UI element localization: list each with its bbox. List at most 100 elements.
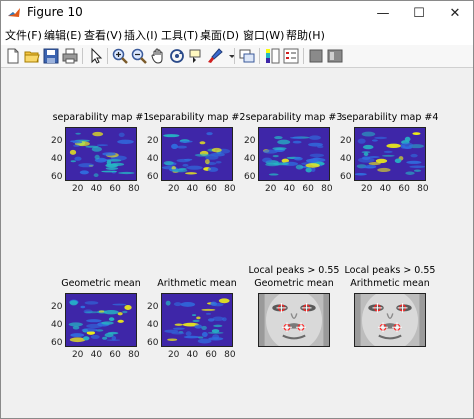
- window-title: Figure 10: [27, 5, 83, 19]
- data-cursor-icon[interactable]: [187, 47, 205, 65]
- x-tick-label: 40: [379, 184, 392, 194]
- y-tick-label: 20: [244, 136, 256, 147]
- menu-insert[interactable]: 插入(I): [124, 27, 158, 43]
- heatmap-blob: [101, 170, 118, 173]
- heatmap-blob: [92, 131, 104, 137]
- close-button[interactable]: ✕: [437, 1, 473, 25]
- heatmap-blob: [377, 167, 391, 173]
- maximize-button[interactable]: ☐: [401, 1, 437, 25]
- heatmap-blob: [293, 156, 303, 161]
- x-tick-label: 40: [283, 184, 296, 194]
- heatmap-blob: [362, 166, 375, 169]
- heatmap-blob: [400, 142, 414, 148]
- pan-icon[interactable]: [149, 47, 167, 65]
- heatmap-blob: [106, 339, 121, 342]
- panel-subtitle: Arithmetic mean: [350, 278, 430, 289]
- heatmap-blob: [94, 154, 100, 160]
- menu-help[interactable]: 帮助(H): [286, 27, 325, 43]
- heatmap-blob: [118, 132, 125, 137]
- menu-file[interactable]: 文件(F): [5, 27, 42, 43]
- heatmap-axes[interactable]: [258, 127, 330, 181]
- heatmap-blob: [165, 300, 171, 306]
- heatmap-blob: [117, 319, 124, 323]
- menu-view[interactable]: 查看(V): [84, 27, 122, 43]
- heatmap-blob: [86, 323, 103, 329]
- rotate-3d-icon[interactable]: [168, 47, 186, 65]
- insert-colorbar-icon[interactable]: [263, 47, 281, 65]
- y-tick-label: 60: [147, 337, 159, 348]
- x-tick-label: 60: [302, 184, 314, 194]
- x-tick-label: 20: [264, 184, 277, 194]
- pointer-icon[interactable]: [87, 47, 105, 65]
- heatmap-blob: [394, 158, 402, 164]
- hide-plot-tools-icon[interactable]: [307, 47, 325, 65]
- heatmap-blob: [361, 131, 376, 137]
- insert-legend-icon[interactable]: [282, 47, 300, 65]
- figure-canvas: separability map #1 20 40 60 20 40 60 80 separab…: [1, 68, 473, 418]
- menu-tools[interactable]: 工具(T): [161, 27, 198, 43]
- heatmap-blob: [210, 152, 225, 157]
- toolbar: [1, 45, 473, 68]
- face-axes[interactable]: [354, 293, 426, 347]
- heatmap-plot: [259, 128, 329, 180]
- heatmap-blob: [386, 143, 401, 149]
- x-tick-label: 80: [224, 184, 236, 194]
- toolbar-separator: [82, 48, 83, 64]
- heatmap-blob: [212, 316, 225, 321]
- new-figure-icon[interactable]: [4, 47, 22, 65]
- x-tick-label: 80: [224, 350, 236, 360]
- heatmap-blob: [103, 309, 119, 315]
- link-plot-icon[interactable]: [238, 47, 256, 65]
- brush-dropdown-icon[interactable]: [223, 47, 235, 65]
- minimize-button[interactable]: —: [365, 1, 401, 25]
- heatmap-axes[interactable]: [65, 293, 137, 347]
- print-icon[interactable]: [61, 47, 79, 65]
- matlab-logo-icon: [8, 8, 20, 17]
- heatmap-blob: [70, 333, 85, 338]
- menu-desktop[interactable]: 桌面(D): [200, 27, 239, 43]
- heatmap-blob: [358, 157, 375, 163]
- heatmap-axes[interactable]: [354, 127, 426, 181]
- heatmap-blob: [204, 158, 210, 165]
- heatmap-blob: [406, 160, 422, 164]
- heatmap-blob: [317, 145, 324, 149]
- heatmap-blob: [176, 158, 190, 163]
- menu-edit[interactable]: 编辑(E): [44, 27, 82, 43]
- zoom-out-icon[interactable]: [130, 47, 148, 65]
- toolbar-separator: [259, 48, 260, 64]
- show-plot-tools-icon[interactable]: [326, 47, 344, 65]
- menu-window[interactable]: 窗口(W): [243, 27, 284, 43]
- heatmap-blob: [410, 153, 418, 158]
- heatmap-blob: [102, 152, 116, 156]
- heatmap-blob: [186, 165, 203, 170]
- heatmap-axes[interactable]: [65, 127, 137, 181]
- heatmap-plot: [162, 128, 232, 180]
- heatmap-blob: [75, 132, 81, 135]
- heatmap-blob: [124, 305, 132, 311]
- brush-icon[interactable]: [206, 47, 224, 65]
- face-axes[interactable]: [258, 293, 330, 347]
- heatmap-blob: [215, 161, 222, 164]
- heatmap-blob: [289, 136, 304, 139]
- heatmap-blob: [201, 325, 207, 330]
- minimize-icon: —: [376, 5, 390, 21]
- zoom-in-icon[interactable]: [111, 47, 129, 65]
- heatmap-blob: [167, 338, 178, 341]
- heatmap-blob: [274, 135, 283, 140]
- open-file-icon[interactable]: [23, 47, 41, 65]
- heatmap-axes[interactable]: [161, 293, 233, 347]
- heatmap-blob: [374, 136, 388, 140]
- heatmap-blob: [207, 167, 219, 172]
- save-icon[interactable]: [42, 47, 60, 65]
- x-tick-label: 60: [205, 184, 217, 194]
- heatmap-blob: [171, 143, 178, 150]
- heatmap-blob: [196, 316, 201, 320]
- heatmap-plot: [66, 128, 136, 180]
- heatmap-blob: [81, 328, 98, 332]
- title-bar: Figure 10 — ☐ ✕: [1, 1, 473, 25]
- heatmap-axes[interactable]: [161, 127, 233, 181]
- x-tick-label: 60: [398, 184, 410, 194]
- heatmap-blob: [363, 152, 369, 157]
- y-tick-label: 20: [51, 302, 63, 313]
- heatmap-blob: [74, 156, 82, 161]
